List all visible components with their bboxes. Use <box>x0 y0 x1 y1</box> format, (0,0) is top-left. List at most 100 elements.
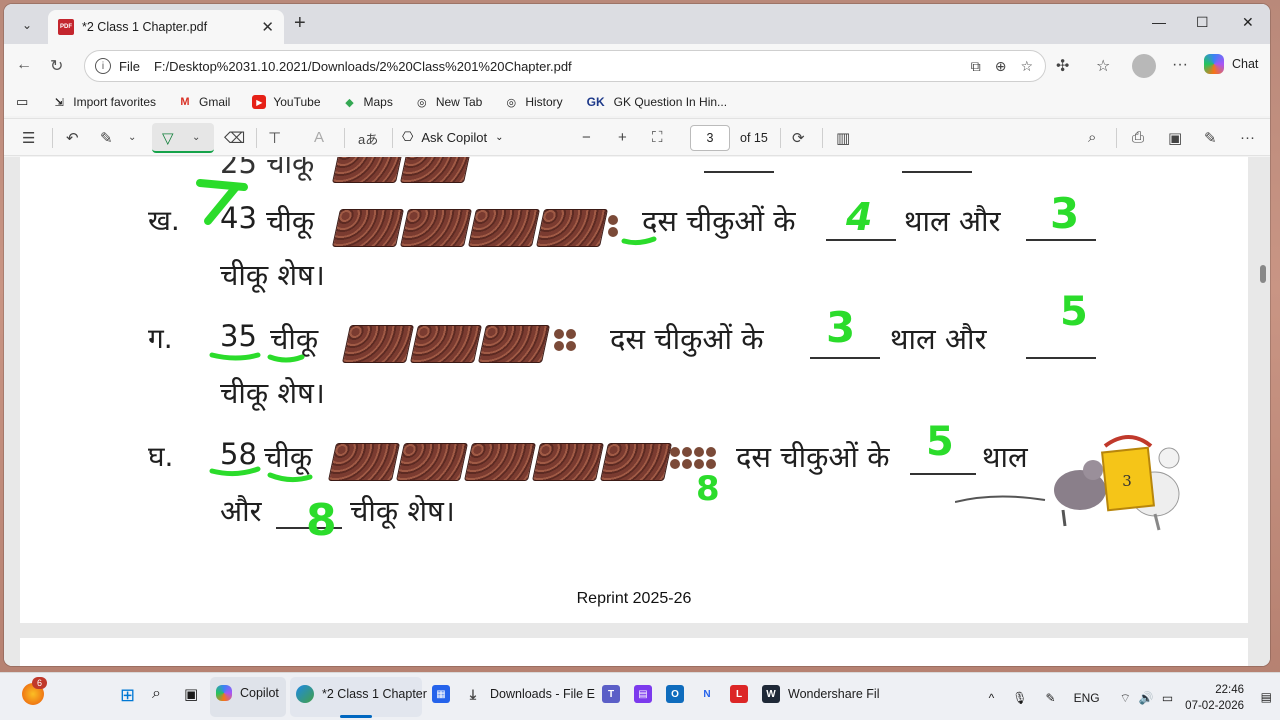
contents-list-icon[interactable]: ☰ <box>22 129 35 147</box>
pen-icon[interactable]: ✎ <box>1046 691 1056 705</box>
minimize-icon[interactable]: — <box>1152 14 1166 30</box>
row-label-ga: ग. <box>148 322 173 355</box>
profile-avatar[interactable] <box>1132 54 1156 78</box>
draw-chevron-icon[interactable]: ⌄ <box>192 132 200 143</box>
highlight-icon[interactable]: ✎ <box>100 129 113 147</box>
downloads-taskbar-item[interactable]: ⤓ Downloads - File E <box>464 685 595 703</box>
fav-label: Import favorites <box>73 95 156 109</box>
notifications-icon[interactable]: ▤ <box>1261 690 1272 704</box>
save-icon[interactable]: ▣ <box>1168 129 1182 147</box>
vertical-scrollbar[interactable] <box>1258 161 1268 661</box>
reprint-footer: Reprint 2025-26 <box>576 590 692 607</box>
pdf-page: 25 चीकू ख. 43 चीकू दस चीकुओं के थाल और च… <box>20 157 1248 623</box>
store-icon[interactable]: ▦ <box>432 685 458 703</box>
battery-icon[interactable]: ▭ <box>1162 691 1173 705</box>
kha-item: चीकू <box>266 204 315 238</box>
eraser-icon[interactable]: ⌫ <box>224 129 245 147</box>
undo-icon[interactable]: ↶ <box>66 129 79 147</box>
scroll-thumb[interactable] <box>1260 265 1266 283</box>
app-icon[interactable]: ▤ <box>634 685 660 703</box>
fit-page-icon[interactable]: ⛶ <box>652 129 663 146</box>
translate-icon[interactable]: ⧉ <box>971 58 981 75</box>
mice-illustration: 3 <box>955 435 1180 531</box>
kha-mid: थाल और <box>904 204 1001 238</box>
zoom-in-icon[interactable]: + <box>618 129 627 146</box>
save-as-icon[interactable]: ✎ <box>1204 129 1217 147</box>
address-bar[interactable]: i File F:/Desktop%2031.10.2021/Downloads… <box>84 50 1046 82</box>
tab-actions-chevron-icon[interactable]: ⌄ <box>12 11 42 39</box>
zoom-out-icon[interactable]: − <box>582 129 591 146</box>
page-view-icon[interactable]: ▥ <box>836 129 850 147</box>
wondershare-taskbar-item[interactable]: W Wondershare Fil <box>762 685 879 703</box>
fav-youtube[interactable]: ▶ YouTube <box>252 95 321 109</box>
info-icon[interactable]: i <box>95 58 111 74</box>
fav-label: Gmail <box>199 95 231 109</box>
tray-chevron-up-icon[interactable]: ^ <box>989 691 995 705</box>
fav-maps[interactable]: ◆ Maps <box>343 95 393 109</box>
tab-active-pdf[interactable]: PDF *2 Class 1 Chapter.pdf ✕ <box>48 10 284 44</box>
pdf-icon: PDF <box>58 19 74 35</box>
highlight-chevron-icon[interactable]: ⌄ <box>128 132 136 143</box>
copilot-icon: ⎔ <box>402 129 414 144</box>
rotate-icon[interactable]: ⟳ <box>792 129 805 147</box>
gha-text: दस चीकुओं के <box>736 440 890 474</box>
refresh-icon[interactable]: ↻ <box>50 56 63 76</box>
page-number-input[interactable]: 3 <box>690 125 730 151</box>
close-tab-icon[interactable]: ✕ <box>261 18 274 36</box>
more-menu-icon[interactable]: ··· <box>1172 56 1188 74</box>
text-box-icon[interactable]: ⊤ <box>268 129 281 147</box>
new-tab-plus-icon[interactable]: + <box>294 13 306 33</box>
toolbar-divider <box>52 128 53 148</box>
favorites-icon[interactable]: ☆ <box>1096 56 1110 76</box>
window-close-icon[interactable]: ✕ <box>1242 14 1254 31</box>
handwritten-kha-thal: 4 <box>846 195 873 239</box>
notes-icon[interactable]: N <box>698 685 724 703</box>
handwritten-gha-shesh: 8 <box>306 495 337 546</box>
volume-icon[interactable]: 🔊 <box>1139 691 1154 705</box>
start-windows-icon[interactable]: ⊞ <box>120 685 135 706</box>
clock[interactable]: 22:46 07-02-2026 <box>1185 682 1244 714</box>
outlook-icon[interactable]: O <box>666 685 692 703</box>
chiku-tray <box>463 443 537 481</box>
zoom-icon[interactable]: ⊕ <box>995 58 1007 75</box>
fav-import[interactable]: ⇲ Import favorites <box>52 95 156 109</box>
wifi-icon[interactable]: ⌔ <box>1120 691 1131 706</box>
read-aloud-icon[interactable]: aあ <box>358 129 378 148</box>
fav-gk[interactable]: GK GK Question In Hin... <box>585 95 727 109</box>
more-options-icon[interactable]: ··· <box>1240 129 1255 146</box>
pdf-viewport[interactable]: 25 चीकू ख. 43 चीकू दस चीकुओं के थाल और च… <box>4 157 1270 666</box>
answer-blank <box>704 171 774 173</box>
task-view-icon[interactable]: ▣ <box>184 685 198 703</box>
language-indicator[interactable]: ENG <box>1074 691 1100 705</box>
favorite-star-icon[interactable]: ☆ <box>1020 58 1033 75</box>
teams-icon[interactable]: T <box>602 685 628 703</box>
collections-icon[interactable]: ▭ <box>16 94 28 110</box>
row-label-kha: ख. <box>148 204 180 237</box>
print-icon[interactable]: ⎙ <box>1132 129 1144 146</box>
answer-blank <box>1026 357 1096 359</box>
fav-gmail[interactable]: M Gmail <box>178 95 230 109</box>
fav-history[interactable]: ◎ History <box>504 95 563 109</box>
back-arrow-icon[interactable]: ← <box>16 56 32 74</box>
ga-end: चीकू शेष। <box>220 376 325 410</box>
address-row: ← ↻ i File F:/Desktop%2031.10.2021/Downl… <box>4 44 1270 88</box>
maximize-icon[interactable]: ☐ <box>1196 14 1209 31</box>
edge-taskbar-label-group[interactable]: *2 Class 1 Chapter <box>296 685 427 703</box>
handwritten-ga-thal: 3 <box>826 303 856 352</box>
widgets-button[interactable]: 6 <box>22 677 48 705</box>
ask-copilot-button[interactable]: ⎔ Ask Copilot ⌄ <box>402 129 504 145</box>
extensions-icon[interactable]: ✣ <box>1056 56 1069 76</box>
copilot-taskbar-label-group[interactable]: Copilot <box>216 685 279 701</box>
copilot-chat-button[interactable]: Chat <box>1204 54 1258 74</box>
chiku-tray <box>341 325 415 363</box>
fav-new-tab[interactable]: ◎ New Tab <box>415 95 482 109</box>
search-icon[interactable]: ⌕ <box>152 685 161 703</box>
address-url[interactable]: F:/Desktop%2031.10.2021/Downloads/2%20Cl… <box>154 59 572 74</box>
favorites-bar: ▭ ⇲ Import favorites M Gmail ▶ YouTube ◆… <box>4 88 1270 116</box>
microphone-icon[interactable]: 🎙 <box>1012 691 1027 705</box>
draw-pen-icon[interactable]: ▽ <box>162 129 174 147</box>
fav-label: GK Question In Hin... <box>613 95 728 109</box>
search-icon[interactable]: ⌕ <box>1088 129 1096 146</box>
red-app-icon[interactable]: L <box>730 685 756 703</box>
chiku-tray <box>467 209 541 247</box>
